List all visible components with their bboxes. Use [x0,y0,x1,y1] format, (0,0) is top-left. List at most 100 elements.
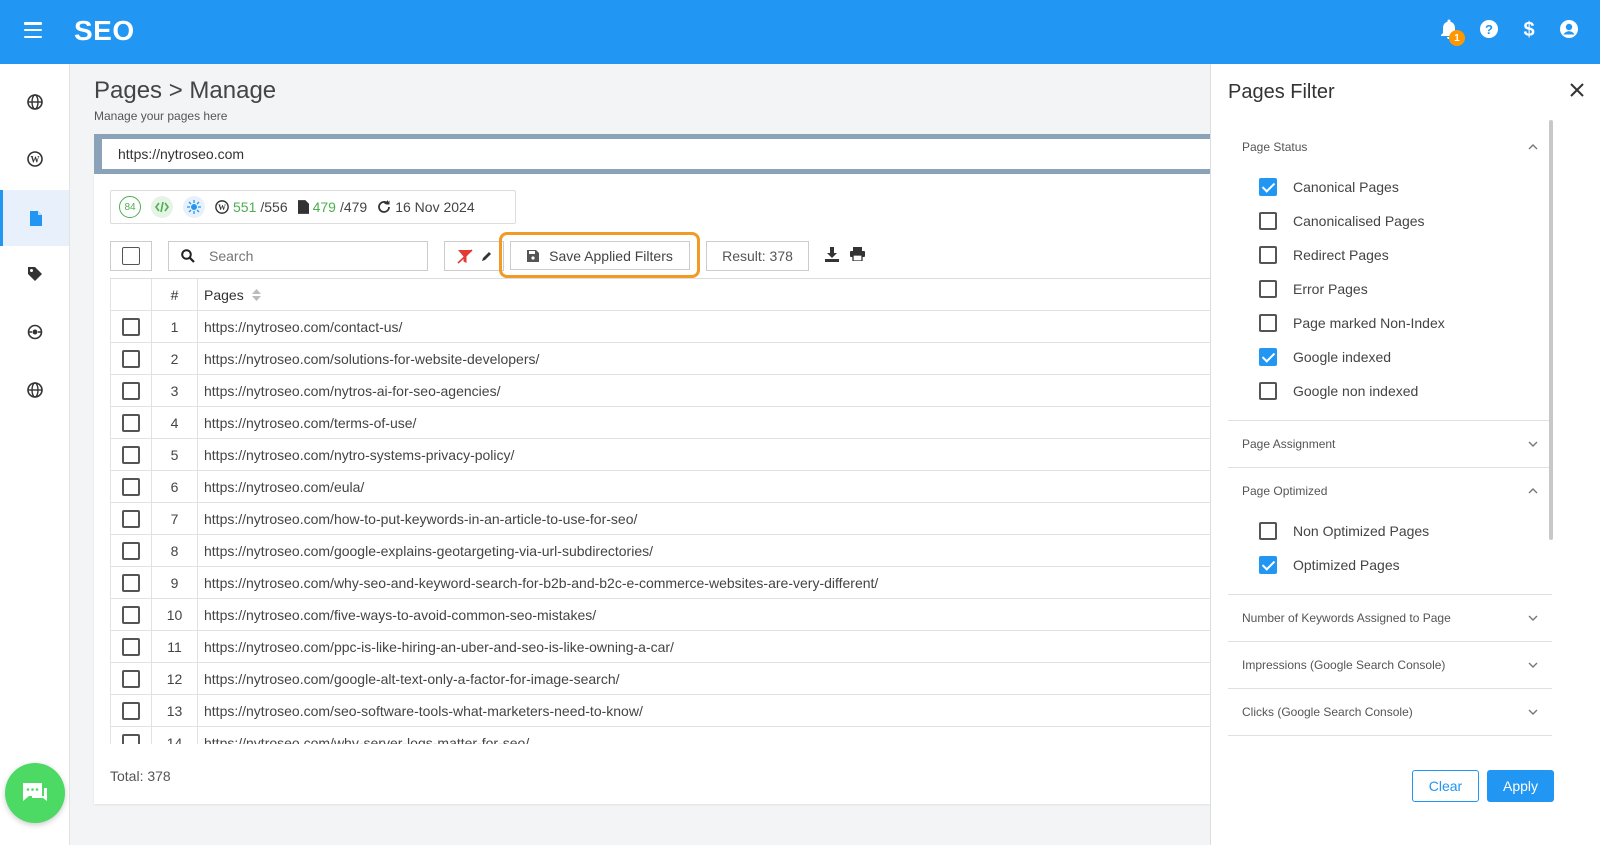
filter-checkbox[interactable] [1259,314,1277,332]
table-row[interactable]: 7 https://nytroseo.com/how-to-put-keyword… [110,503,1210,535]
row-checkbox[interactable] [122,349,140,368]
print-icon[interactable] [850,247,865,261]
sidebar-item-global[interactable] [0,362,69,418]
row-page-url[interactable]: https://nytroseo.com/google-alt-text-onl… [198,671,620,687]
row-page-url[interactable]: https://nytroseo.com/why-server-logs-mat… [198,735,529,745]
filter-option[interactable]: Optimized Pages [1228,548,1552,582]
table-row[interactable]: 9 https://nytroseo.com/why-seo-and-keywor… [110,567,1210,599]
filter-option[interactable]: Non Optimized Pages [1228,514,1552,548]
row-checkbox[interactable] [122,701,140,720]
filter-section-header[interactable]: Impressions (Google Search Console) [1228,642,1552,688]
table-row[interactable]: 1 https://nytroseo.com/contact-us/ [110,311,1210,343]
search-box[interactable] [168,241,428,271]
search-input[interactable] [209,248,409,264]
row-page-url[interactable]: https://nytroseo.com/eula/ [198,479,364,495]
table-row[interactable]: 11 https://nytroseo.com/ppc-is-like-hirin… [110,631,1210,663]
table-row[interactable]: 3 https://nytroseo.com/nytros-ai-for-seo-… [110,375,1210,407]
filter-section-header[interactable]: Clicks (Google Search Console) [1228,689,1552,735]
row-checkbox[interactable] [122,381,140,400]
row-checkbox[interactable] [122,445,140,464]
table-row[interactable]: 2 https://nytroseo.com/solutions-for-webs… [110,343,1210,375]
filter-checkbox[interactable] [1259,522,1277,540]
notifications-button[interactable]: 1 [1438,18,1465,46]
filter-section-header[interactable]: Number of Keywords Assigned to Page [1228,595,1552,641]
row-checkbox[interactable] [122,573,140,592]
select-all-checkbox[interactable] [110,241,152,271]
row-checkbox[interactable] [122,413,140,432]
filter-option[interactable]: Error Pages [1228,272,1552,306]
account-button[interactable] [1558,18,1580,40]
row-page-url[interactable]: https://nytroseo.com/ppc-is-like-hiring-… [198,639,674,655]
site-selector[interactable]: https://nytroseo.com [94,134,1210,174]
filter-option[interactable]: Google non indexed [1228,374,1552,408]
table-row[interactable]: 4 https://nytroseo.com/terms-of-use/ [110,407,1210,439]
sidebar-item-pages[interactable] [0,190,69,246]
code-icon[interactable] [151,196,173,218]
filter-section-header[interactable]: Page Status [1228,124,1552,170]
filter-section-header[interactable]: Page Optimized [1228,468,1552,514]
sort-icon[interactable] [251,288,261,301]
ai-icon[interactable] [183,196,205,218]
menu-icon[interactable] [24,22,42,38]
sidebar-item-wordpress[interactable]: W [0,131,69,187]
edit-filter-icon[interactable] [481,250,493,262]
row-checkbox[interactable] [122,509,140,528]
apply-button[interactable]: Apply [1487,770,1554,802]
clear-filter-icon[interactable] [457,248,473,264]
row-page-url[interactable]: https://nytroseo.com/five-ways-to-avoid-… [198,607,596,623]
filter-checkbox[interactable] [1259,246,1277,264]
clear-button[interactable]: Clear [1412,770,1479,802]
row-page-url[interactable]: https://nytroseo.com/seo-software-tools-… [198,703,643,719]
table-row[interactable]: 13 https://nytroseo.com/seo-software-tool… [110,695,1210,727]
table-row[interactable]: 6 https://nytroseo.com/eula/ [110,471,1210,503]
score-badge[interactable]: 84 [119,196,141,218]
pages-stat[interactable]: 479/479 [297,199,367,215]
filter-checkbox[interactable] [1259,556,1277,574]
filter-checkbox[interactable] [1259,178,1277,196]
row-checkbox[interactable] [122,317,140,336]
brand-logo[interactable]: SEO [74,15,135,47]
table-row[interactable]: 8 https://nytroseo.com/google-explains-ge… [110,535,1210,567]
column-header-pages[interactable]: Pages [198,287,261,303]
chat-widget-button[interactable] [5,763,65,823]
row-page-url[interactable]: https://nytroseo.com/how-to-put-keywords… [198,511,637,527]
download-icon[interactable] [825,247,839,262]
row-page-url[interactable]: https://nytroseo.com/nytro-systems-priva… [198,447,514,463]
filter-option[interactable]: Redirect Pages [1228,238,1552,272]
row-page-url[interactable]: https://nytroseo.com/google-explains-geo… [198,543,653,559]
filter-section-header[interactable]: Google Relevance [1228,736,1552,754]
close-icon[interactable] [1570,83,1584,97]
row-page-url[interactable]: https://nytroseo.com/terms-of-use/ [198,415,416,431]
table-row[interactable]: 5 https://nytroseo.com/nytro-systems-priv… [110,439,1210,471]
sidebar-item-monitoring[interactable] [0,304,69,360]
filter-checkbox[interactable] [1259,348,1277,366]
table-row[interactable]: 14 https://nytroseo.com/why-server-logs-m… [110,727,1210,744]
sidebar-item-keywords[interactable] [0,246,69,302]
row-checkbox[interactable] [122,477,140,496]
row-checkbox[interactable] [122,605,140,624]
save-applied-filters-button[interactable]: Save Applied Filters [510,241,690,270]
column-header-num[interactable]: # [152,279,198,310]
filter-scrollbar[interactable] [1549,120,1553,540]
filter-section-header[interactable]: Page Assignment [1228,421,1552,467]
row-checkbox[interactable] [122,637,140,656]
row-page-url[interactable]: https://nytroseo.com/nytros-ai-for-seo-a… [198,383,500,399]
table-row[interactable]: 10 https://nytroseo.com/five-ways-to-avoi… [110,599,1210,631]
filter-checkbox[interactable] [1259,212,1277,230]
row-page-url[interactable]: https://nytroseo.com/why-seo-and-keyword… [198,575,878,591]
filter-option[interactable]: Page marked Non-Index [1228,306,1552,340]
filter-option[interactable]: Canonicalised Pages [1228,204,1552,238]
row-page-url[interactable]: https://nytroseo.com/solutions-for-websi… [198,351,539,367]
row-checkbox[interactable] [122,669,140,688]
breadcrumb-pages[interactable]: Pages [94,77,162,104]
table-row[interactable]: 12 https://nytroseo.com/google-alt-text-o… [110,663,1210,695]
indexed-stat[interactable]: W 551/556 [215,199,288,215]
filter-option[interactable]: Canonical Pages [1228,170,1552,204]
site-url[interactable]: https://nytroseo.com [102,139,1210,169]
row-page-url[interactable]: https://nytroseo.com/contact-us/ [198,319,402,335]
sidebar-item-websites[interactable] [0,74,69,130]
filter-option[interactable]: Google indexed [1228,340,1552,374]
filter-checkbox[interactable] [1259,280,1277,298]
help-button[interactable]: ? [1478,18,1500,40]
refresh-stat[interactable]: 16 Nov 2024 [377,199,475,215]
